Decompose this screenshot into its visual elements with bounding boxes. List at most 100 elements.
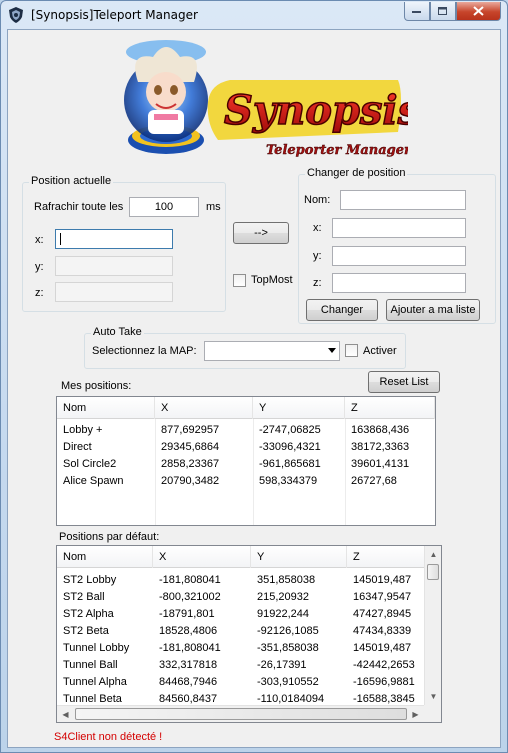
table-cell: 215,20932 xyxy=(257,591,309,603)
table-cell: -961,865681 xyxy=(259,458,321,470)
client-area: Synopsis Teleporter Manager Position act… xyxy=(7,29,501,748)
table-row[interactable]: Tunnel Lobby -181,808041 -351,858038 145… xyxy=(57,640,441,657)
app-window: [Synopsis]Teleport Manager Synopsis Tele… xyxy=(0,0,508,753)
table-cell: -303,910552 xyxy=(257,676,319,688)
target-y-input[interactable] xyxy=(332,246,466,266)
table-row[interactable]: Tunnel Ball 332,317818 -26,17391 -42442,… xyxy=(57,657,441,674)
target-z-label: z: xyxy=(313,277,322,289)
close-icon[interactable] xyxy=(456,2,501,21)
table-row[interactable]: Direct 29345,6864 -33096,4321 38172,3363 xyxy=(57,439,435,456)
maximize-icon[interactable] xyxy=(430,2,456,21)
current-z-label: z: xyxy=(35,287,44,299)
table-cell: -42442,2653 xyxy=(353,659,415,671)
scroll-right-icon[interactable]: ▶ xyxy=(407,706,424,722)
position-actuelle-label: Position actuelle xyxy=(29,175,114,187)
synopsis-logo: Synopsis Teleporter Manager xyxy=(98,32,421,167)
activer-label[interactable]: Activer xyxy=(363,345,397,357)
current-x-field[interactable] xyxy=(55,229,173,249)
refresh-interval-input[interactable] xyxy=(129,197,199,217)
table-cell: -351,858038 xyxy=(257,642,319,654)
table-cell: Tunnel Lobby xyxy=(63,642,130,654)
scrollbar-corner xyxy=(424,705,441,722)
topmost-checkbox[interactable] xyxy=(233,274,246,287)
table-cell: 145019,487 xyxy=(353,574,412,586)
copy-position-button[interactable]: --> xyxy=(233,222,289,244)
table-row[interactable]: ST2 Ball -800,321002 215,20932 16347,954… xyxy=(57,589,441,606)
title-bar[interactable]: [Synopsis]Teleport Manager xyxy=(1,1,507,29)
current-z-field[interactable] xyxy=(55,282,173,302)
reset-list-button[interactable]: Reset List xyxy=(368,371,440,393)
table-cell: 26727,68 xyxy=(351,475,397,487)
vertical-scroll-thumb[interactable] xyxy=(427,564,439,580)
column-header[interactable]: Z xyxy=(345,397,435,419)
table-row[interactable]: Alice Spawn 20790,3482 598,334379 26727,… xyxy=(57,473,435,490)
caption-buttons xyxy=(404,2,501,21)
positions-defaut-list[interactable]: Nom X Y Z ST2 Lobby -181,808041 351,8580… xyxy=(56,545,442,723)
select-map-label: Selectionnez la MAP: xyxy=(92,345,197,357)
current-y-label: y: xyxy=(35,261,44,273)
table-cell: 38172,3363 xyxy=(351,441,410,453)
scroll-left-icon[interactable]: ◀ xyxy=(57,706,74,722)
refresh-unit-label: ms xyxy=(206,201,221,213)
table-cell: -181,808041 xyxy=(159,642,221,654)
table-cell: 39601,4131 xyxy=(351,458,410,470)
current-x-label: x: xyxy=(35,234,44,246)
column-header[interactable]: Nom xyxy=(57,397,155,419)
ajouter-liste-button[interactable]: Ajouter a ma liste xyxy=(386,299,480,321)
column-header[interactable]: X xyxy=(153,546,251,568)
horizontal-scrollbar[interactable]: ◀ ▶ xyxy=(57,705,424,722)
vertical-scrollbar[interactable]: ▲ ▼ xyxy=(424,546,441,705)
brand-text: Synopsis xyxy=(224,87,408,134)
status-message: S4Client non détecté ! xyxy=(54,731,163,743)
nom-label: Nom: xyxy=(304,194,331,206)
table-cell: Tunnel Ball xyxy=(63,659,118,671)
minimize-icon[interactable] xyxy=(404,2,430,21)
target-x-input[interactable] xyxy=(332,218,466,238)
scroll-down-icon[interactable]: ▼ xyxy=(425,688,441,705)
shield-icon xyxy=(9,7,23,23)
table-cell: Lobby + xyxy=(63,424,103,436)
mes-positions-label: Mes positions: xyxy=(61,380,132,392)
column-header[interactable]: Y xyxy=(253,397,345,419)
table-cell: 47434,8339 xyxy=(353,625,412,637)
table-cell: -2747,06825 xyxy=(259,424,321,436)
topmost-label[interactable]: TopMost xyxy=(251,274,293,286)
column-header[interactable]: Z xyxy=(347,546,427,568)
table-cell: -26,17391 xyxy=(257,659,307,671)
scroll-up-icon[interactable]: ▲ xyxy=(425,546,441,563)
chevron-down-icon[interactable] xyxy=(328,348,336,353)
map-select[interactable] xyxy=(204,341,340,361)
positions-defaut-label: Positions par défaut: xyxy=(59,531,160,543)
nom-input[interactable] xyxy=(340,190,466,210)
table-cell: Direct xyxy=(63,441,92,453)
changer-button[interactable]: Changer xyxy=(306,299,378,321)
brand-subtitle: Teleporter Manager xyxy=(266,143,408,158)
current-y-field[interactable] xyxy=(55,256,173,276)
table-cell: -18791,801 xyxy=(159,608,215,620)
table-row[interactable]: ST2 Lobby -181,808041 351,858038 145019,… xyxy=(57,572,441,589)
changer-position-label: Changer de position xyxy=(305,167,408,179)
table-row[interactable]: Sol Circle2 2858,23367 -961,865681 39601… xyxy=(57,456,435,473)
table-cell: Tunnel Alpha xyxy=(63,676,127,688)
table-cell: -181,808041 xyxy=(159,574,221,586)
table-cell: 20790,3482 xyxy=(161,475,220,487)
table-row[interactable]: Tunnel Alpha 84468,7946 -303,910552 -165… xyxy=(57,674,441,691)
table-cell: ST2 Alpha xyxy=(63,608,114,620)
auto-take-label: Auto Take xyxy=(91,326,144,338)
activer-checkbox[interactable] xyxy=(345,344,358,357)
table-row[interactable]: ST2 Beta 18528,4806 -92126,1085 47434,83… xyxy=(57,623,441,640)
column-header[interactable]: Y xyxy=(251,546,347,568)
target-z-input[interactable] xyxy=(332,273,466,293)
mes-positions-list[interactable]: Nom X Y Z Lobby + 877,692957 -2747,06825… xyxy=(56,396,436,526)
horizontal-scroll-thumb[interactable] xyxy=(75,708,407,720)
table-row[interactable]: ST2 Alpha -18791,801 91922,244 47427,894… xyxy=(57,606,441,623)
table-cell: 163868,436 xyxy=(351,424,410,436)
table-cell: Sol Circle2 xyxy=(63,458,117,470)
refresh-label: Rafrachir toute les xyxy=(34,201,124,213)
table-cell: 91922,244 xyxy=(257,608,309,620)
table-row[interactable]: Lobby + 877,692957 -2747,06825 163868,43… xyxy=(57,422,435,439)
column-header[interactable]: X xyxy=(155,397,253,419)
table-cell: 598,334379 xyxy=(259,475,318,487)
target-x-label: x: xyxy=(313,222,322,234)
column-header[interactable]: Nom xyxy=(57,546,153,568)
